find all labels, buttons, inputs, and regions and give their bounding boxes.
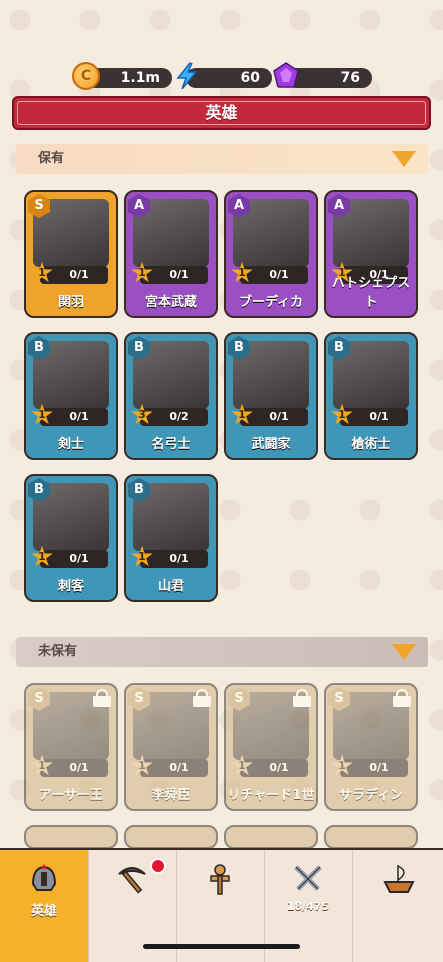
hero-card[interactable]: A 0/1 ★ 1 ハトシェプスト (324, 190, 418, 318)
hero-card[interactable] (124, 825, 218, 849)
nav-heroes[interactable]: 英雄 (0, 850, 89, 962)
hero-card[interactable]: S 0/1 ★ 1 李舜臣 (124, 683, 218, 811)
unowned-section-header[interactable]: 未保有 (16, 637, 428, 667)
star-icon: ★ 1 (29, 398, 55, 431)
lock-icon (93, 689, 111, 707)
star-icon: ★ 1 (229, 749, 255, 782)
hero-name: 武闘家 (251, 437, 291, 452)
star-icon: ★ 3 (129, 398, 155, 431)
coin-amount: 1.1m (120, 70, 160, 86)
training-dummy-icon (210, 864, 230, 895)
hero-name: 刺客 (57, 579, 84, 594)
hero-card[interactable] (324, 825, 418, 849)
lightning-icon (176, 62, 198, 90)
page-title: 英雄 (205, 103, 238, 122)
hero-name: 名弓士 (151, 437, 191, 452)
hero-name: 山君 (157, 579, 184, 594)
lock-icon (393, 689, 411, 707)
star-icon: ★ 1 (129, 540, 155, 573)
lock-icon (193, 689, 211, 707)
star-icon: ★ 1 (29, 749, 55, 782)
star-icon: ★ 1 (129, 749, 155, 782)
hero-card[interactable]: A 0/1 ★ 1 宮本武蔵 (124, 190, 218, 318)
star-icon: ★ 1 (229, 256, 255, 289)
hero-name: ブーディカ (238, 295, 304, 310)
coin-icon: C (72, 62, 100, 90)
hero-level: 1 (38, 408, 46, 421)
hero-card[interactable] (24, 825, 118, 849)
star-icon: ★ 1 (29, 540, 55, 573)
title-banner: 英雄 (12, 96, 431, 130)
hero-level: 1 (238, 759, 246, 772)
hero-card[interactable]: B 0/1 ★ 1 剣士 (24, 332, 118, 460)
gem-icon (273, 62, 299, 88)
hero-name: 宮本武蔵 (144, 295, 197, 310)
hero-level: 1 (138, 266, 146, 279)
home-indicator (143, 944, 300, 949)
energy-amount: 60 (240, 70, 260, 86)
hero-card[interactable]: S 0/1 ★ 1 リチャード1世 (224, 683, 318, 811)
hero-card[interactable]: S 0/1 ★ 1 アーサー王 (24, 683, 118, 811)
hero-level: 1 (38, 759, 46, 772)
resource-bar: 1.1m C 60 76 (0, 62, 443, 94)
hero-name: 関羽 (57, 295, 84, 310)
star-icon: ★ 1 (29, 256, 55, 289)
star-icon: ★ 1 (229, 398, 255, 431)
hero-level: 1 (38, 550, 46, 563)
hero-name: ハトシェプスト (331, 276, 411, 310)
hero-card[interactable]: B 0/2 ★ 3 名弓士 (124, 332, 218, 460)
hero-level: 1 (238, 266, 246, 279)
hero-name: リチャード1世 (227, 788, 315, 803)
hero-level: 1 (338, 408, 346, 421)
pickaxe-icon (118, 867, 146, 894)
hero-card[interactable]: B 0/1 ★ 1 武闘家 (224, 332, 318, 460)
helmet-icon (31, 864, 57, 891)
notification-dot (150, 858, 166, 874)
hero-card[interactable]: B 0/1 ★ 1 刺客 (24, 474, 118, 602)
star-icon: ★ 1 (329, 398, 355, 431)
owned-section-label: 保有 (38, 151, 65, 166)
gem-amount: 76 (340, 70, 360, 86)
hero-level: 1 (138, 759, 146, 772)
hero-level: 1 (238, 408, 246, 421)
hero-card[interactable]: B 0/1 ★ 1 槍術士 (324, 332, 418, 460)
unowned-section-label: 未保有 (38, 644, 78, 659)
nav-heroes-label: 英雄 (30, 904, 57, 919)
hero-name: サラディン (338, 788, 404, 803)
hero-level: 1 (338, 759, 346, 772)
crossed-swords-icon (294, 865, 322, 891)
hero-card[interactable]: S 0/1 ★ 1 サラディン (324, 683, 418, 811)
hero-name: 剣士 (57, 437, 84, 452)
ship-icon (383, 865, 415, 893)
lock-icon (293, 689, 311, 707)
hero-card[interactable] (224, 825, 318, 849)
equipment-count: 18/475 (286, 900, 330, 913)
hero-card[interactable]: S 0/1 ★ 1 関羽 (24, 190, 118, 318)
hero-name: アーサー王 (39, 788, 103, 803)
star-icon: ★ 1 (129, 256, 155, 289)
hero-level: 1 (38, 266, 46, 279)
hero-name: 槍術士 (351, 437, 391, 452)
hero-card[interactable]: A 0/1 ★ 1 ブーディカ (224, 190, 318, 318)
nav-expedition[interactable] (352, 850, 443, 962)
owned-section-header[interactable]: 保有 (16, 144, 428, 174)
hero-name: 李舜臣 (151, 788, 191, 803)
chevron-down-icon (392, 644, 416, 660)
hero-level: 3 (138, 408, 146, 421)
hero-level: 1 (138, 550, 146, 563)
chevron-down-icon (392, 151, 416, 167)
hero-card[interactable]: B 0/1 ★ 1 山君 (124, 474, 218, 602)
star-icon: ★ 1 (329, 749, 355, 782)
